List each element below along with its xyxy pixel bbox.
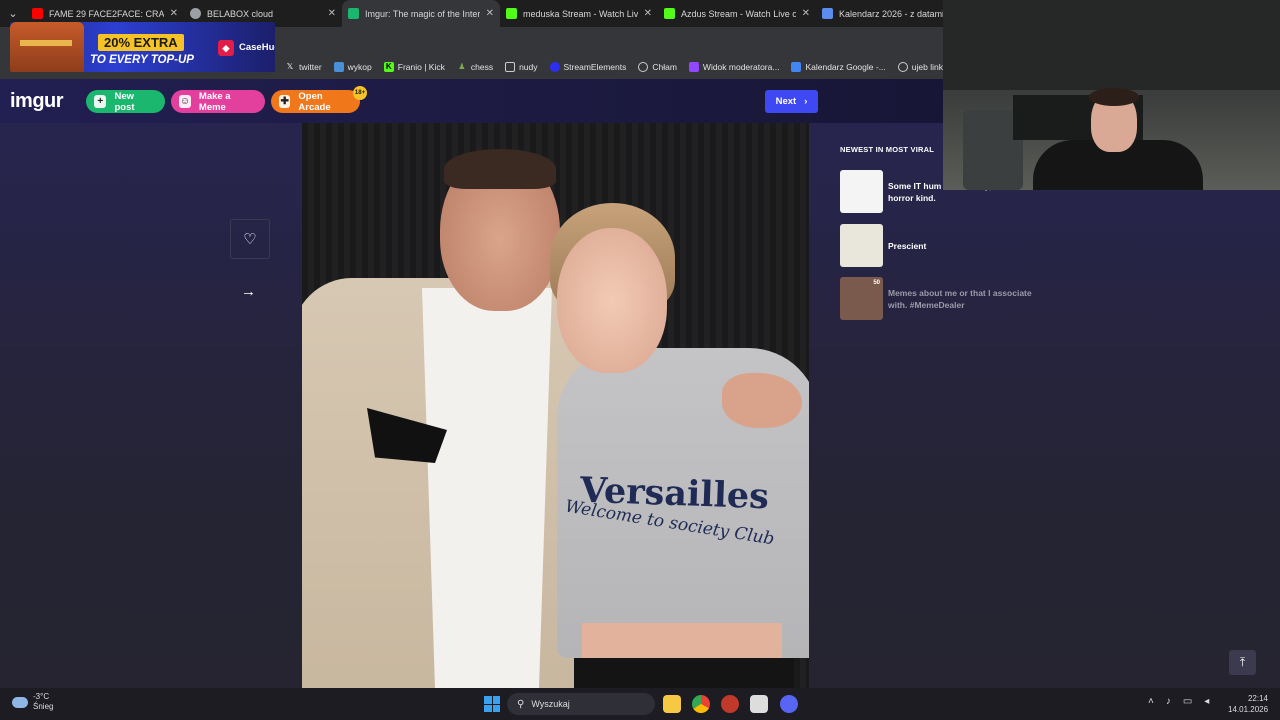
network-icon[interactable]: ▭ bbox=[1183, 696, 1192, 707]
browser-tab[interactable]: Azdus Stream - Watch Live on K ✕ bbox=[658, 0, 816, 27]
close-icon[interactable]: ✕ bbox=[486, 8, 494, 19]
viral-list-item[interactable]: 50 Memes about me or that I associate wi… bbox=[840, 277, 1038, 320]
viral-item-title: Prescient bbox=[888, 241, 927, 251]
close-icon[interactable]: ✕ bbox=[170, 8, 178, 19]
bookmark-twitch-mod[interactable]: Widok moderatora... bbox=[688, 61, 779, 72]
next-post-button[interactable]: Next › bbox=[765, 90, 818, 113]
streamelements-icon bbox=[549, 61, 560, 72]
gamepad-icon: ✚ bbox=[279, 95, 291, 108]
weather-desc: Śnieg bbox=[33, 702, 54, 711]
imgur-logo[interactable]: imgur bbox=[10, 90, 64, 113]
post-thumbnail bbox=[840, 224, 883, 267]
bookmark-twitter[interactable]: 𝕏twitter bbox=[285, 62, 322, 72]
pawn-icon: ♟ bbox=[458, 61, 466, 71]
ad-subline: TO EVERY TOP-UP bbox=[90, 54, 194, 66]
kick-icon bbox=[664, 8, 675, 19]
discord-icon[interactable] bbox=[780, 695, 798, 713]
image-count: 50 bbox=[873, 280, 880, 286]
new-post-button[interactable]: + New post bbox=[86, 90, 165, 113]
file-explorer-icon[interactable] bbox=[663, 695, 681, 713]
chevron-up-icon[interactable]: ˄ bbox=[1148, 696, 1154, 707]
windows-taskbar: -3°C Śnieg ⚲ Wyszukaj ˄ ♪ ▭ ◂ 22:14 14.0… bbox=[0, 688, 1280, 720]
globe-icon bbox=[638, 61, 649, 72]
youtube-icon bbox=[32, 8, 43, 19]
globe-icon bbox=[897, 61, 908, 72]
bookmark-streamelements[interactable]: StreamElements bbox=[549, 61, 626, 72]
weather-widget[interactable]: -3°C Śnieg bbox=[12, 692, 53, 712]
make-meme-button[interactable]: ☺ Make a Meme bbox=[171, 90, 265, 113]
arrow-up-icon: ⤒ bbox=[1239, 655, 1246, 669]
ad-headline: 20% EXTRA bbox=[98, 34, 184, 51]
browser-tab[interactable]: meduska Stream - Watch Live o ✕ bbox=[500, 0, 658, 27]
bookmark-google-calendar[interactable]: Kalendarz Google -... bbox=[791, 61, 886, 72]
bookmark-chess[interactable]: ♟ chess bbox=[457, 62, 493, 72]
casehug-logo-icon: ◆ bbox=[218, 40, 234, 56]
system-tray: ˄ ♪ ▭ ◂ bbox=[1148, 696, 1209, 707]
bookmark-kick[interactable]: K Franio | Kick bbox=[383, 61, 445, 72]
browser-tab-active[interactable]: Imgur: The magic of the Intern ✕ bbox=[342, 0, 500, 27]
imgur-header: imgur + New post ☺ Make a Meme ✚ Open Ar… bbox=[0, 79, 943, 123]
viral-list-item[interactable]: Prescient bbox=[840, 224, 1038, 267]
calendar-icon bbox=[822, 8, 833, 19]
imgur-icon bbox=[348, 8, 359, 19]
microphone-icon[interactable]: ♪ bbox=[1166, 696, 1171, 707]
meme-face-icon: ☺ bbox=[179, 95, 191, 108]
close-icon[interactable]: ✕ bbox=[328, 8, 336, 19]
tab-title: Azdus Stream - Watch Live on K bbox=[681, 8, 796, 19]
treasure-chest-image bbox=[10, 22, 84, 72]
chevron-right-icon: › bbox=[804, 96, 808, 107]
webcam-overlay bbox=[943, 0, 1280, 190]
plus-icon: + bbox=[94, 95, 107, 108]
search-icon: ⚲ bbox=[517, 698, 525, 710]
snow-cloud-icon bbox=[12, 696, 28, 708]
taskbar-search-input[interactable]: ⚲ Wyszukaj bbox=[507, 693, 655, 715]
kick-icon bbox=[506, 8, 517, 19]
close-icon[interactable]: ✕ bbox=[802, 8, 810, 19]
tab-title: Imgur: The magic of the Intern bbox=[365, 8, 480, 19]
close-icon[interactable]: ✕ bbox=[644, 8, 652, 19]
casehug-ad-banner[interactable]: 20% EXTRA TO EVERY TOP-UP ◆ CaseHug bbox=[10, 22, 275, 72]
globe-icon bbox=[190, 8, 201, 19]
tab-title: meduska Stream - Watch Live o bbox=[523, 8, 638, 19]
share-arrow-icon: → bbox=[241, 283, 256, 300]
folder-icon bbox=[505, 61, 516, 72]
tab-title: FAME 29 FACE2FACE: CRAZY vs bbox=[49, 8, 164, 19]
calendar-icon bbox=[791, 61, 802, 72]
app-icon[interactable] bbox=[750, 695, 768, 713]
tab-title: BELABOX cloud bbox=[207, 8, 274, 19]
taskbar-clock[interactable]: 22:14 14.01.2026 bbox=[1228, 693, 1268, 715]
share-button[interactable]: → bbox=[241, 283, 256, 300]
twitch-icon bbox=[688, 61, 699, 72]
age-badge: 18+ bbox=[353, 86, 367, 100]
viral-item-title: Memes about me or that I associate with.… bbox=[888, 288, 1032, 310]
scroll-to-top-button[interactable]: ⤒ bbox=[1229, 650, 1256, 675]
post-thumbnail: 50 bbox=[840, 277, 883, 320]
wykop-icon bbox=[333, 61, 344, 72]
post-main-area: ♡ → Versailles Welcome to society Club N… bbox=[0, 123, 1280, 688]
favorite-button[interactable]: ♡ bbox=[230, 219, 270, 259]
open-arcade-button[interactable]: ✚ Open Arcade bbox=[271, 90, 360, 113]
bookmark-wykop[interactable]: wykop bbox=[333, 61, 372, 72]
heart-icon: ♡ bbox=[243, 231, 257, 248]
bookmark-ujeb-link[interactable]: ujeb link bbox=[897, 61, 943, 72]
bookmark-folder-nudy[interactable]: nudy bbox=[505, 61, 538, 72]
bookmark-chlam[interactable]: Chłam bbox=[638, 61, 677, 72]
weather-temp: -3°C bbox=[33, 692, 50, 701]
sidebar-title: NEWEST IN MOST VIRAL bbox=[840, 145, 934, 154]
post-image[interactable]: Versailles Welcome to society Club bbox=[302, 123, 809, 688]
app-icon[interactable] bbox=[721, 695, 739, 713]
x-icon: 𝕏 bbox=[286, 61, 294, 71]
speaker-icon[interactable]: ◂ bbox=[1204, 696, 1209, 707]
kick-icon: K bbox=[383, 61, 394, 72]
windows-start-icon[interactable] bbox=[484, 696, 500, 712]
post-thumbnail bbox=[840, 170, 883, 213]
chrome-icon[interactable] bbox=[692, 695, 710, 713]
ad-brand: CaseHug bbox=[239, 42, 275, 53]
